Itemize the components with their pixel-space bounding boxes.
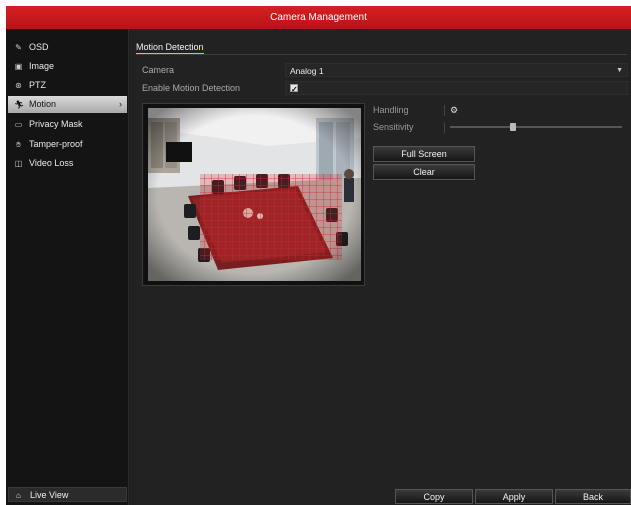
ptz-icon: ⊛ <box>15 81 22 90</box>
osd-icon: ✎ <box>15 43 22 52</box>
sidebar: ✎ OSD ▣ Image ⊛ PTZ 🏃︎ Motion › ▭ Privac… <box>6 29 129 505</box>
privacy-mask-icon: ▭ <box>14 120 23 129</box>
sidebar-item-image[interactable]: ▣ Image <box>8 58 127 75</box>
sidebar-item-label: Video Loss <box>29 158 74 168</box>
gear-icon[interactable]: ⚙ <box>450 103 458 118</box>
chevron-right-icon: › <box>119 99 122 109</box>
camera-scene-image <box>148 108 361 281</box>
tab-motion-detection[interactable]: Motion Detection <box>136 42 204 54</box>
handling-row: Handling ⚙ <box>368 103 631 118</box>
camera-select-value: Analog 1 <box>290 66 324 76</box>
camera-label: Camera <box>142 65 175 75</box>
camera-management-window: Camera Management ✎ OSD ▣ Image ⊛ PTZ 🏃︎… <box>6 6 631 505</box>
copy-button[interactable]: Copy <box>395 489 473 504</box>
live-view-button[interactable]: ⌂ Live View <box>8 487 127 502</box>
sensitivity-row: Sensitivity <box>368 120 631 135</box>
handling-label: Handling <box>373 105 409 115</box>
sidebar-item-osd[interactable]: ✎ OSD <box>8 39 127 56</box>
sidebar-item-label: Motion <box>29 99 57 109</box>
motion-icon: 🏃︎ <box>14 100 25 109</box>
enable-motion-field <box>285 81 628 97</box>
separator <box>444 105 445 116</box>
enable-motion-checkbox[interactable] <box>290 83 298 97</box>
tamper-proof-icon: ✋︎ <box>16 140 21 149</box>
video-preview-frame <box>142 103 365 286</box>
sensitivity-slider-handle[interactable] <box>510 123 516 131</box>
sidebar-item-video-loss[interactable]: ◫ Video Loss <box>8 155 127 172</box>
sidebar-item-label: Image <box>29 61 55 71</box>
main-panel: Motion Detection Camera Analog 1 ▼ Enabl… <box>130 29 631 505</box>
sidebar-item-label: OSD <box>29 42 49 52</box>
enable-motion-label: Enable Motion Detection <box>142 83 241 93</box>
sidebar-item-label: PTZ <box>29 80 46 90</box>
sidebar-item-ptz[interactable]: ⊛ PTZ <box>8 77 127 94</box>
back-button[interactable]: Back <box>555 489 631 504</box>
sidebar-item-privacy-mask[interactable]: ▭ Privacy Mask <box>8 116 127 133</box>
tab-divider <box>136 54 627 55</box>
full-screen-button[interactable]: Full Screen <box>373 146 475 162</box>
sensitivity-slider[interactable] <box>450 123 622 131</box>
sidebar-item-tamper-proof[interactable]: ✋︎ Tamper-proof <box>8 136 127 153</box>
video-loss-icon: ◫ <box>14 159 23 168</box>
sensitivity-label: Sensitivity <box>373 122 414 132</box>
separator <box>444 122 445 133</box>
apply-button[interactable]: Apply <box>475 489 553 504</box>
sidebar-item-label: Tamper-proof <box>29 139 83 149</box>
sidebar-item-label: Privacy Mask <box>29 119 83 129</box>
window-title: Camera Management <box>6 6 631 29</box>
sidebar-item-motion[interactable]: 🏃︎ Motion › <box>8 96 127 113</box>
home-icon: ⌂ <box>16 491 21 500</box>
camera-preview[interactable] <box>148 108 361 281</box>
image-icon: ▣ <box>14 62 23 71</box>
clear-button[interactable]: Clear <box>373 164 475 180</box>
dropdown-arrow-icon: ▼ <box>616 67 623 74</box>
camera-select[interactable]: Analog 1 ▼ <box>285 63 628 77</box>
live-view-label: Live View <box>30 490 69 500</box>
